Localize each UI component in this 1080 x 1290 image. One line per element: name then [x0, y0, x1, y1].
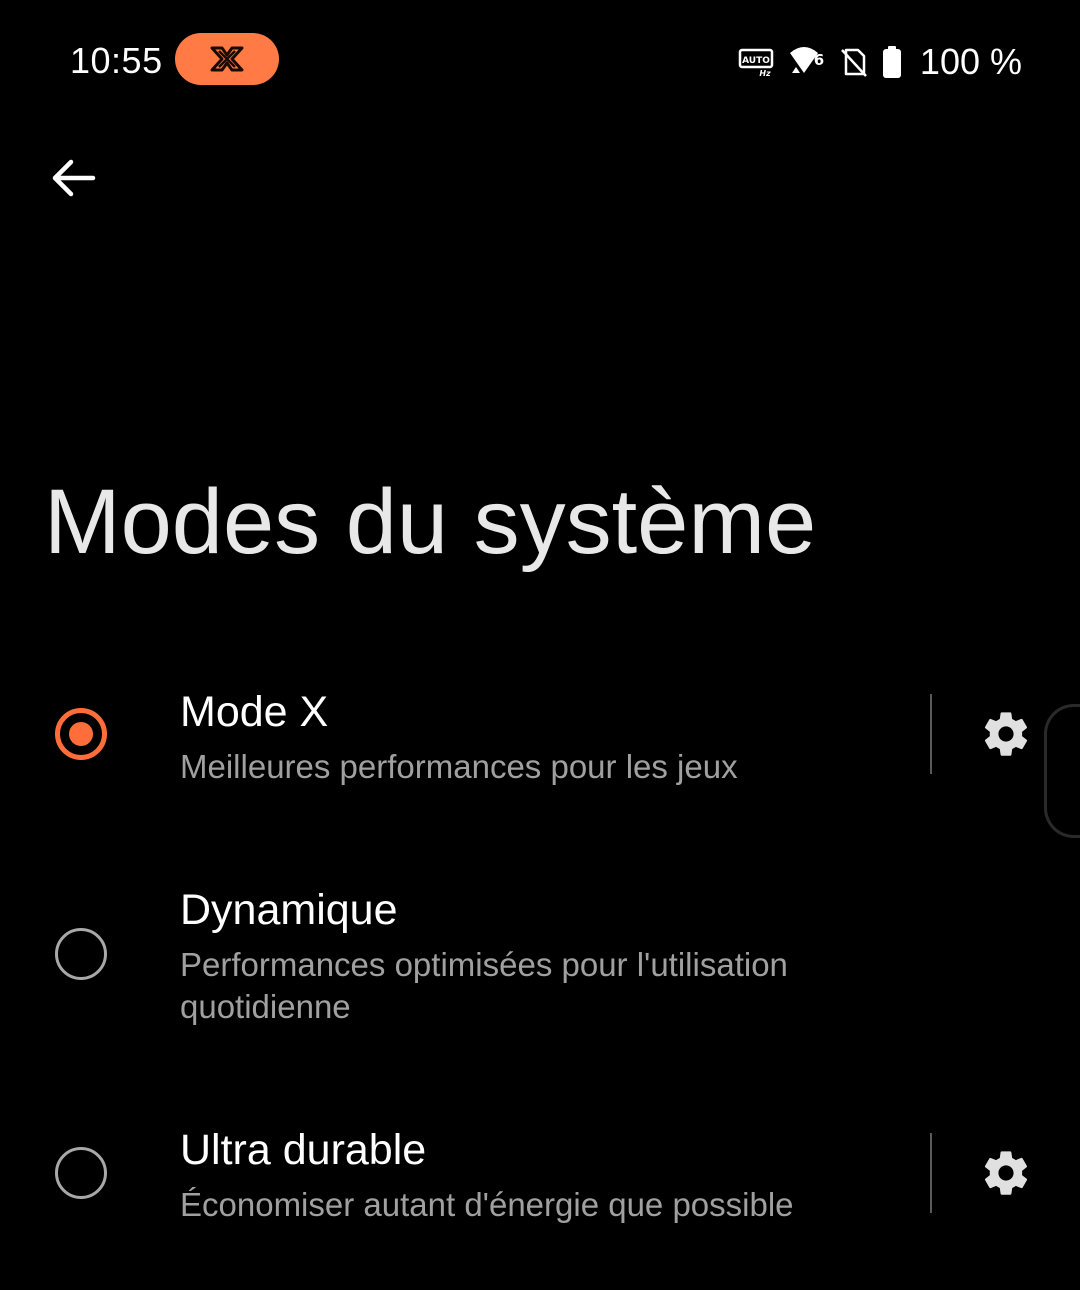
- option-dynamique[interactable]: Dynamique Performances optimisées pour l…: [0, 880, 1080, 1040]
- x-mode-icon: [210, 46, 244, 72]
- no-sim-icon: [841, 48, 867, 77]
- status-bar: 10:55 AUTO Hz 6 100 %: [0, 0, 1080, 120]
- gear-icon: [984, 712, 1028, 756]
- status-clock: 10:55: [70, 40, 163, 81]
- radio-mode-x[interactable]: [55, 708, 107, 760]
- option-title: Ultra durable: [180, 1126, 427, 1174]
- option-title: Dynamique: [180, 886, 398, 934]
- ultra-durable-settings-button[interactable]: [978, 1145, 1034, 1201]
- option-subtitle: Meilleures performances pour les jeux: [180, 748, 738, 785]
- mode-x-settings-button[interactable]: [978, 706, 1034, 762]
- gear-icon: [984, 1151, 1028, 1195]
- auto-hz-icon: AUTO Hz: [738, 48, 774, 77]
- option-divider: [930, 1133, 932, 1213]
- battery-percentage: 100 %: [919, 41, 1022, 82]
- back-arrow-icon: [52, 159, 96, 197]
- auto-hz-label: AUTO: [742, 56, 770, 66]
- wifi-6-icon: 6: [789, 47, 824, 73]
- battery-full-icon: [882, 46, 901, 78]
- option-subtitle: Économiser autant d'énergie que possible: [180, 1186, 794, 1223]
- option-title: Mode X: [180, 688, 329, 736]
- wifi-6-label: 6: [814, 51, 824, 69]
- hz-label: Hz: [759, 69, 771, 77]
- back-button[interactable]: [44, 148, 104, 208]
- radio-dynamique[interactable]: [55, 928, 107, 980]
- option-ultra-durable[interactable]: Ultra durable Économiser autant d'énergi…: [0, 1120, 1080, 1240]
- radio-ultra-durable[interactable]: [55, 1147, 107, 1199]
- option-divider: [930, 694, 932, 774]
- status-icons: AUTO Hz 6 100 %: [738, 40, 1022, 84]
- edge-panel-handle[interactable]: [1044, 704, 1080, 838]
- option-subtitle: Performances optimisées pour l'utilisati…: [180, 946, 788, 1025]
- x-mode-badge[interactable]: [175, 33, 279, 85]
- option-mode-x[interactable]: Mode X Meilleures performances pour les …: [0, 680, 1080, 800]
- page-title: Modes du système: [44, 471, 817, 573]
